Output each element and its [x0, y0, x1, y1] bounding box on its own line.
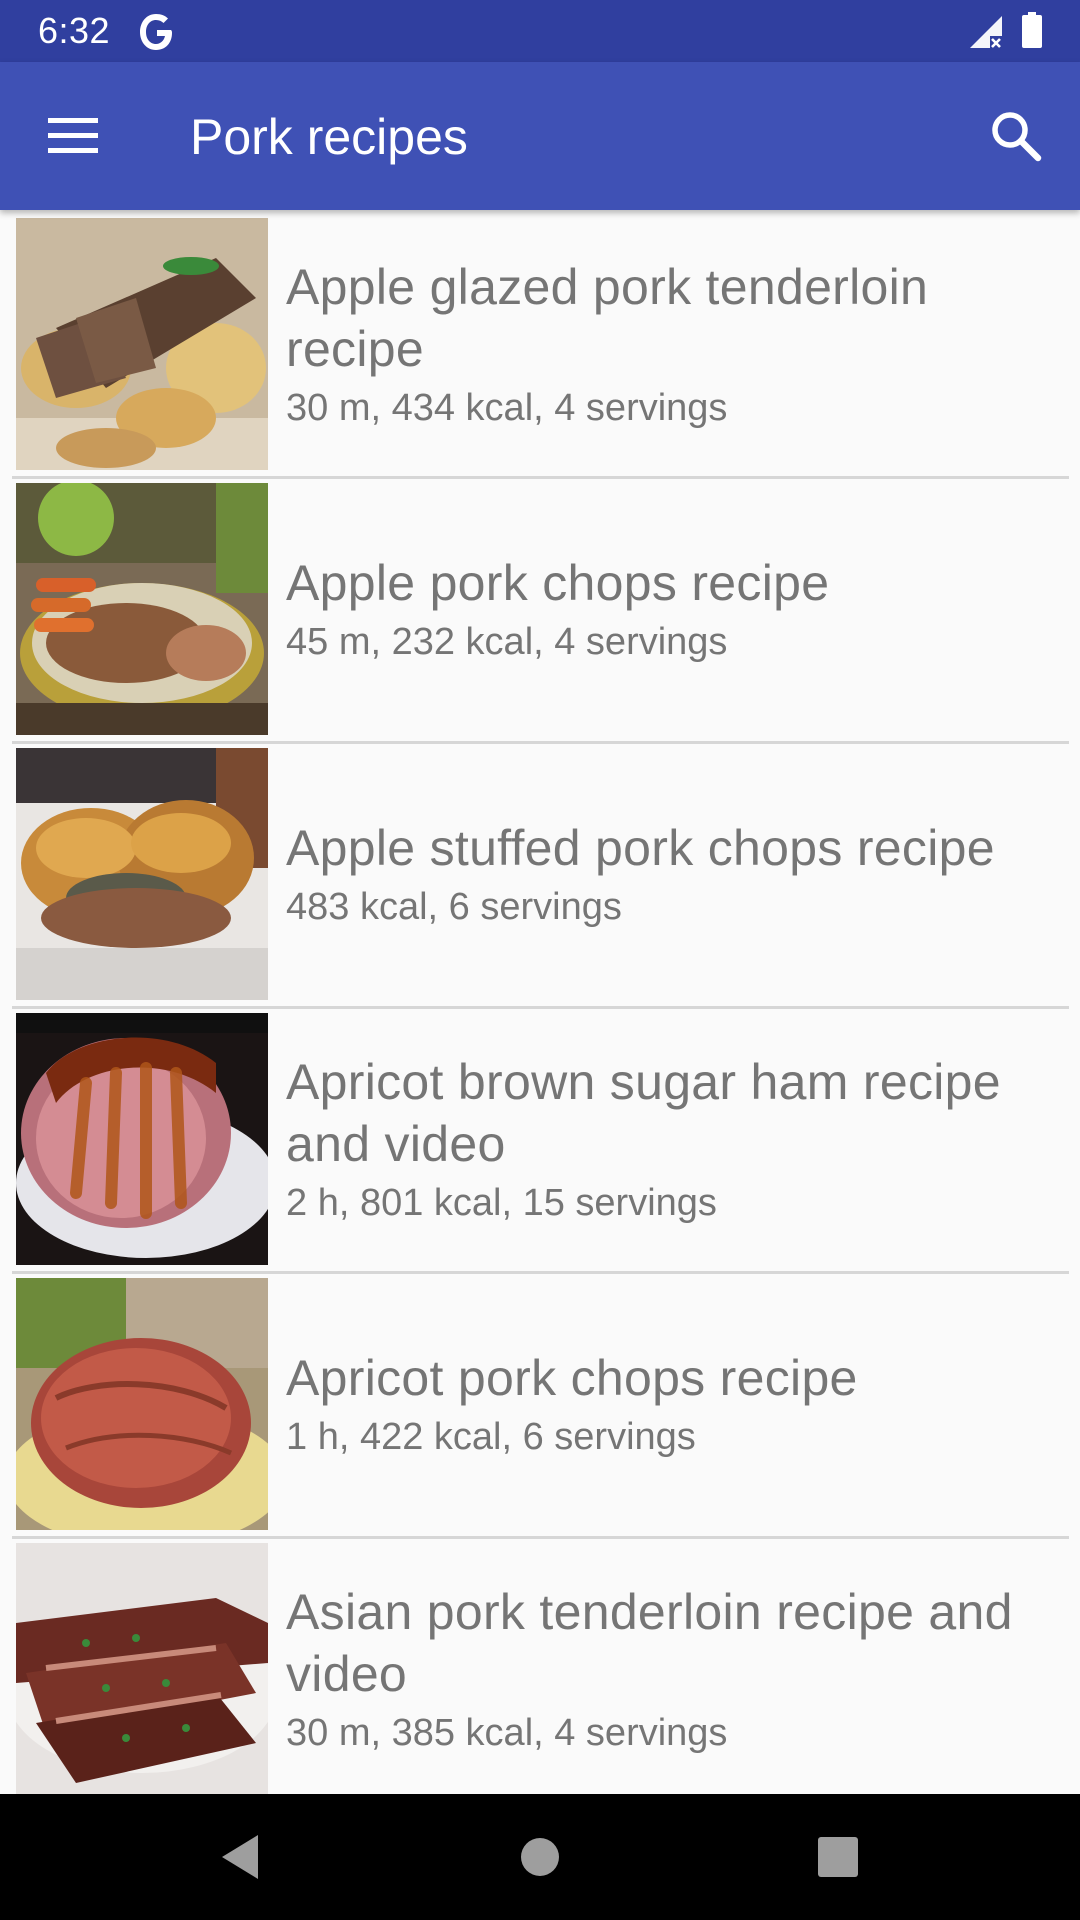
recipe-meta: 30 m, 434 kcal, 4 servings — [286, 387, 728, 429]
recipe-text: Apricot brown sugar ham recipe and video… — [286, 1009, 1068, 1271]
recipe-thumbnail — [16, 218, 268, 470]
search-icon — [992, 112, 1042, 162]
status-bar: 6:32 — [0, 0, 1080, 62]
recipe-list-item[interactable]: Apricot pork chops recipe 1 h, 422 kcal,… — [12, 1274, 1069, 1539]
app-bar: Pork recipes — [0, 62, 1080, 210]
recipe-title: Asian pork tenderloin recipe and video — [286, 1584, 1013, 1702]
recipe-list-item[interactable]: Apricot brown sugar ham recipe and video… — [12, 1009, 1069, 1274]
recipe-meta: 45 m, 232 kcal, 4 servings — [286, 621, 728, 663]
recipe-thumbnail — [16, 1543, 268, 1794]
recipe-list-item[interactable]: Apple glazed pork tenderloin recipe 30 m… — [12, 214, 1069, 479]
recipe-title: Apple pork chops recipe — [286, 555, 830, 611]
system-nav-bar — [0, 1794, 1080, 1920]
battery-full-icon — [1022, 12, 1042, 48]
menu-button[interactable] — [38, 106, 108, 166]
recipe-title: Apple glazed pork tenderloin recipe — [286, 259, 929, 377]
recipe-meta: 30 m, 385 kcal, 4 servings — [286, 1712, 728, 1754]
recipe-thumbnail — [16, 1278, 268, 1530]
search-button[interactable] — [986, 106, 1046, 166]
home-circle-icon[interactable] — [510, 1827, 570, 1887]
recipe-meta: 2 h, 801 kcal, 15 servings — [286, 1182, 717, 1224]
back-triangle-icon[interactable] — [210, 1827, 270, 1887]
recipe-list-item[interactable]: Apple pork chops recipe 45 m, 232 kcal, … — [12, 479, 1069, 744]
recipe-text: Asian pork tenderloin recipe and video 3… — [286, 1539, 1068, 1794]
recipe-title: Apple stuffed pork chops recipe — [286, 820, 995, 876]
recipe-thumbnail — [16, 1013, 268, 1265]
recipe-text: Apple glazed pork tenderloin recipe 30 m… — [286, 214, 1068, 476]
recipe-meta: 1 h, 422 kcal, 6 servings — [286, 1416, 696, 1458]
hamburger-menu-icon — [48, 118, 98, 153]
signal-no-data-icon — [970, 16, 1002, 48]
status-time: 6:32 — [38, 10, 111, 51]
recents-square-icon[interactable] — [808, 1827, 868, 1887]
recipe-list-item[interactable]: Apple stuffed pork chops recipe 483 kcal… — [12, 744, 1069, 1009]
page-title: Pork recipes — [190, 109, 468, 165]
recipe-meta: 483 kcal, 6 servings — [286, 886, 622, 928]
google-g-icon — [140, 14, 172, 50]
recipe-list-item[interactable]: Asian pork tenderloin recipe and video 3… — [12, 1539, 1069, 1794]
recipe-list[interactable]: Apple glazed pork tenderloin recipe 30 m… — [0, 210, 1080, 1794]
recipe-title: Apricot pork chops recipe — [286, 1350, 858, 1406]
recipe-title: Apricot brown sugar ham recipe and video — [286, 1054, 1001, 1172]
recipe-text: Apricot pork chops recipe 1 h, 422 kcal,… — [286, 1274, 1068, 1536]
recipe-text: Apple stuffed pork chops recipe 483 kcal… — [286, 744, 1068, 1006]
recipe-text: Apple pork chops recipe 45 m, 232 kcal, … — [286, 479, 1068, 741]
recipe-thumbnail — [16, 483, 268, 735]
recipe-thumbnail — [16, 748, 268, 1000]
